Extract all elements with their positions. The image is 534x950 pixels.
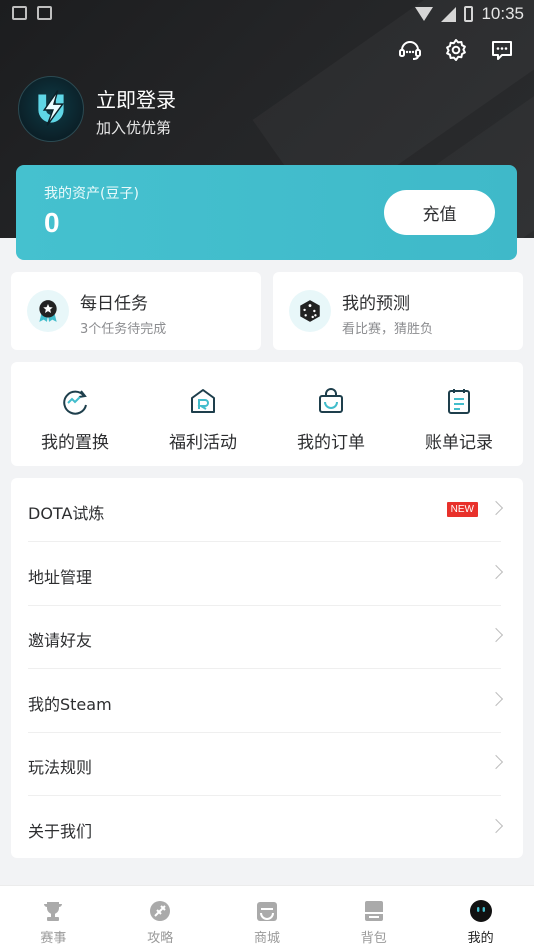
status-time: 10:35: [481, 4, 524, 23]
battery-icon: [464, 6, 474, 22]
menu-item-label: 邀请好友: [28, 631, 93, 650]
menu-item-dota-trial[interactable]: DOTA试炼 NEW: [11, 478, 523, 542]
menu-item-label: 地址管理: [28, 568, 93, 587]
tab-label: 赛事: [40, 931, 67, 946]
new-badge: NEW: [446, 502, 478, 517]
quick-action-orders[interactable]: 我的订单: [267, 362, 395, 466]
customer-service-icon[interactable]: [398, 38, 422, 62]
tab-matches[interactable]: 赛事: [0, 886, 107, 950]
asset-card: 我的资产(豆子) 0 充值: [16, 165, 517, 260]
exchange-icon: [63, 390, 87, 415]
chevron-right-icon: [488, 500, 504, 516]
wifi-icon: [415, 7, 434, 21]
tab-guides[interactable]: 攻略: [107, 886, 214, 950]
tab-label: 商城: [253, 931, 280, 946]
app-logo-icon: [38, 90, 65, 126]
signal-icon: [441, 6, 457, 22]
gallery-notification-icon: [12, 6, 27, 20]
guide-icon: [150, 901, 171, 921]
recharge-button[interactable]: 充值: [384, 190, 495, 235]
menu-item-label: 玩法规则: [28, 758, 93, 777]
menu-item-rules[interactable]: 玩法规则: [11, 732, 523, 796]
shopping-bag-icon: [319, 388, 343, 413]
tab-store[interactable]: 商城: [214, 886, 321, 950]
tab-label: 我的: [467, 931, 494, 946]
profile-face-icon: [469, 900, 492, 922]
message-icon[interactable]: [490, 38, 514, 62]
chevron-right-icon: [488, 627, 504, 643]
prediction-card[interactable]: 我的预测 看比赛，猜胜负: [273, 272, 523, 350]
prediction-subtitle: 看比赛，猜胜负: [342, 322, 434, 337]
login-subtitle: 加入优优第: [96, 119, 172, 137]
app-notification-icon: [37, 6, 52, 20]
menu-list: DOTA试炼 NEW 地址管理 邀请好友 我的Steam 玩法规则 关于我们: [11, 478, 523, 858]
tab-label: 背包: [360, 931, 387, 946]
menu-item-steam[interactable]: 我的Steam: [11, 669, 523, 733]
daily-task-subtitle: 3个任务待完成: [80, 322, 167, 337]
menu-item-about[interactable]: 关于我们: [11, 796, 523, 860]
asset-label: 我的资产(豆子): [44, 186, 139, 202]
menu-item-invite[interactable]: 邀请好友: [11, 605, 523, 669]
quick-action-label: 我的订单: [297, 433, 365, 453]
bill-icon: [448, 389, 470, 414]
daily-task-card[interactable]: 每日任务 3个任务待完成: [11, 272, 261, 350]
login-title[interactable]: 立即登录: [96, 84, 176, 113]
daily-task-title: 每日任务: [80, 294, 148, 314]
settings-gear-icon[interactable]: [444, 38, 468, 62]
chevron-right-icon: [488, 818, 504, 834]
quick-action-label: 账单记录: [425, 433, 493, 453]
quick-action-exchange[interactable]: 我的置换: [11, 362, 139, 466]
chevron-right-icon: [488, 564, 504, 580]
menu-item-label: 我的Steam: [28, 695, 112, 714]
quick-actions: 我的置换 福利活动 我的订单 账单记录: [11, 362, 523, 466]
quick-action-bills[interactable]: 账单记录: [395, 362, 523, 466]
chevron-right-icon: [488, 691, 504, 707]
menu-item-address[interactable]: 地址管理: [11, 542, 523, 606]
chevron-right-icon: [488, 754, 504, 770]
status-bar: 10:35: [0, 0, 534, 28]
quick-action-label: 我的置换: [41, 433, 109, 453]
tab-backpack[interactable]: 背包: [320, 886, 427, 950]
asset-value: 0: [44, 207, 60, 238]
quick-action-label: 福利活动: [169, 433, 237, 453]
ribbon-star-icon: [27, 290, 69, 332]
menu-item-label: DOTA试炼: [28, 504, 105, 523]
quick-action-welfare[interactable]: 福利活动: [139, 362, 267, 466]
gift-house-icon: [191, 389, 215, 413]
prediction-title: 我的预测: [342, 294, 410, 314]
tab-mine[interactable]: 我的: [427, 886, 534, 950]
menu-item-label: 关于我们: [28, 822, 93, 841]
store-icon: [256, 902, 277, 921]
trophy-icon: [44, 902, 63, 921]
avatar[interactable]: [18, 76, 84, 142]
tab-label: 攻略: [147, 931, 174, 946]
backpack-icon: [364, 901, 383, 921]
dice-icon: [289, 290, 331, 332]
bottom-tab-bar: 赛事 攻略 商城 背包 我的: [0, 885, 534, 950]
